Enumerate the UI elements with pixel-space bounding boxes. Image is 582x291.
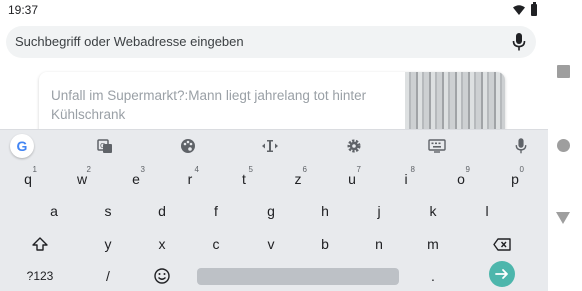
spacebar[interactable] <box>197 268 399 285</box>
key-z[interactable]: z6 <box>285 165 311 192</box>
status-bar: 19:37 <box>0 0 548 22</box>
key-f[interactable]: f <box>203 198 229 224</box>
key-x[interactable]: x <box>149 231 175 257</box>
key-y[interactable]: y <box>95 231 121 257</box>
keyboard-icon[interactable] <box>425 134 449 158</box>
home-button[interactable] <box>557 139 570 152</box>
url-bar[interactable]: Suchbegriff oder Webadresse eingeben <box>6 26 536 58</box>
text-cursor-icon[interactable] <box>258 134 282 158</box>
key-c[interactable]: c <box>203 231 229 257</box>
status-time: 19:37 <box>8 3 39 17</box>
key-m[interactable]: m <box>420 231 446 257</box>
backspace-icon <box>493 237 511 251</box>
emoji-icon <box>154 268 170 284</box>
key-g[interactable]: g <box>258 198 284 224</box>
key-w[interactable]: w2 <box>69 165 95 192</box>
key-slash[interactable]: / <box>95 263 121 289</box>
key-v[interactable]: v <box>258 231 284 257</box>
enter-button[interactable] <box>489 261 515 287</box>
key-a[interactable]: a <box>41 198 67 224</box>
wifi-icon <box>513 5 525 15</box>
key-q[interactable]: q1 <box>15 165 41 192</box>
svg-text:G: G <box>100 142 105 150</box>
shift-key[interactable] <box>27 231 53 257</box>
mic-icon[interactable] <box>512 33 526 51</box>
key-i[interactable]: i8 <box>393 165 419 192</box>
battery-icon <box>531 2 537 16</box>
navigation-bar <box>548 0 582 291</box>
key-t[interactable]: t5 <box>231 165 257 192</box>
key-period[interactable]: . <box>420 263 446 289</box>
key-n[interactable]: n <box>366 231 392 257</box>
gear-icon[interactable] <box>342 134 366 158</box>
mic-icon[interactable] <box>509 134 533 158</box>
emoji-key[interactable] <box>149 263 175 289</box>
key-l[interactable]: l <box>474 198 500 224</box>
overview-button[interactable] <box>557 65 570 78</box>
translate-icon[interactable]: G <box>93 134 117 158</box>
key-h[interactable]: h <box>312 198 338 224</box>
key-u[interactable]: u7 <box>339 165 365 192</box>
symbols-key[interactable]: ?123 <box>22 263 58 289</box>
key-s[interactable]: s <box>95 198 121 224</box>
backspace-key[interactable] <box>489 231 515 257</box>
key-p[interactable]: p0 <box>502 165 528 192</box>
key-e[interactable]: e3 <box>123 165 149 192</box>
key-j[interactable]: j <box>366 198 392 224</box>
key-b[interactable]: b <box>312 231 338 257</box>
google-logo-icon: G <box>10 134 34 158</box>
search-input[interactable]: Suchbegriff oder Webadresse eingeben <box>15 34 495 49</box>
arrow-right-icon <box>495 269 508 279</box>
shift-icon <box>32 237 48 251</box>
key-k[interactable]: k <box>420 198 446 224</box>
palette-icon[interactable] <box>176 134 200 158</box>
back-button[interactable] <box>556 212 570 224</box>
key-o[interactable]: o9 <box>448 165 474 192</box>
keyboard: G G q1 w2 e3 r4 t5 z6 u7 i8 o9 p0 a s d … <box>0 129 548 291</box>
keyboard-toolbar: G G <box>0 130 548 161</box>
key-r[interactable]: r4 <box>177 165 203 192</box>
google-button[interactable]: G <box>10 134 34 158</box>
article-title[interactable]: Unfall im Supermarkt?:Mann liegt jahrela… <box>51 86 391 124</box>
key-d[interactable]: d <box>149 198 175 224</box>
